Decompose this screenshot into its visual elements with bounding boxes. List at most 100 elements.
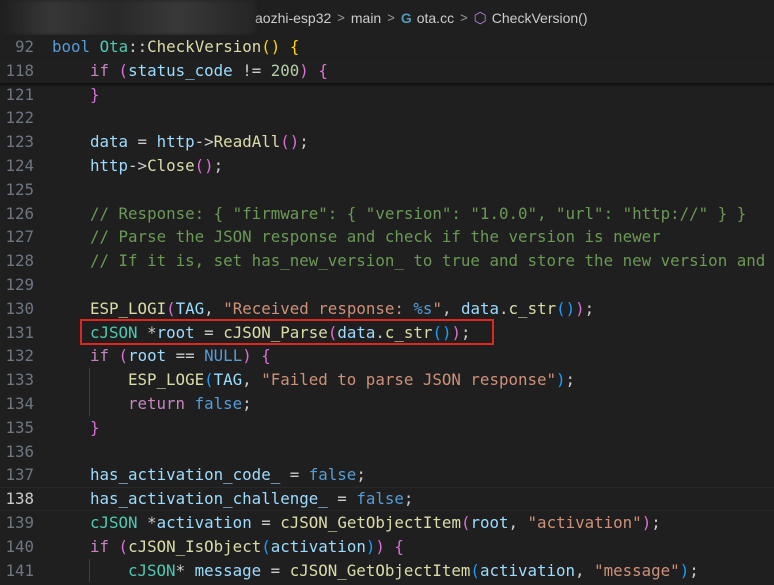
red-highlight-box: [80, 319, 494, 345]
line-number: 136: [5, 441, 34, 461]
line-number: 121: [5, 84, 34, 104]
code-token: ): [556, 370, 566, 390]
code-line[interactable]: 126 // Response: { "firmware": { "version…: [0, 202, 774, 226]
code-token: activation: [270, 536, 366, 556]
code-line[interactable]: 130 ESP_LOGI(TAG, "Received response: %s"…: [0, 297, 774, 321]
code-token: ReadAll: [213, 132, 281, 152]
code-line[interactable]: 123 data = http->ReadAll();: [0, 130, 774, 154]
code-token: data: [460, 298, 500, 318]
code-text: }: [90, 83, 100, 107]
code-token: // If it is, set has_new_version_ to tru…: [90, 251, 766, 271]
code-line[interactable]: 133 ESP_LOGE(TAG, "Failed to parse JSON r…: [0, 368, 774, 392]
code-text: // Parse the JSON response and check if …: [90, 225, 661, 249]
code-token: ,: [242, 370, 262, 390]
code-token: (: [204, 370, 214, 390]
code-text: http->Close();: [90, 154, 223, 178]
code-token: ): [575, 298, 585, 318]
line-number: 130: [5, 298, 34, 318]
code-line[interactable]: 140 if (cJSON_IsObject(activation)) {: [0, 535, 774, 559]
breadcrumb-symbol[interactable]: CheckVersion(): [492, 10, 588, 26]
code-token: ;: [242, 393, 252, 413]
code-token: *: [137, 512, 157, 532]
code-token: {: [318, 60, 328, 80]
code-token: false: [194, 393, 243, 413]
code-token: ;: [651, 512, 661, 532]
code-token: %s: [413, 298, 433, 318]
code-token: cJSON: [128, 560, 176, 580]
code-token: 200: [270, 60, 300, 80]
code-token: message: [194, 560, 262, 580]
code-token: if: [90, 346, 119, 366]
line-number: 141: [5, 560, 34, 580]
line-number: 125: [5, 179, 34, 199]
code-token: false: [308, 465, 357, 485]
code-token: {: [289, 37, 300, 56]
code-token: .: [499, 298, 509, 318]
code-token: !=: [232, 60, 271, 80]
code-token: activation: [479, 560, 576, 580]
line-number: 134: [5, 393, 34, 413]
chevron-right-icon: >: [337, 10, 345, 25]
breadcrumb-folder[interactable]: aozhi-esp32: [255, 10, 331, 26]
code-line[interactable]: 124 http->Close();: [0, 154, 774, 178]
code-text: if (root == NULL) {: [90, 344, 271, 368]
code-token: // Parse the JSON response and check if …: [90, 227, 661, 247]
code-line[interactable]: 132 if (root == NULL) {: [0, 344, 774, 368]
code-text: has_activation_challenge_ = false;: [90, 487, 413, 511]
line-number: 131: [5, 322, 34, 342]
code-text: return false;: [128, 392, 252, 416]
code-line[interactable]: 127 // Parse the JSON response and check …: [0, 225, 774, 249]
line-number: 129: [5, 274, 34, 294]
line-number: 128: [5, 251, 34, 271]
code-text: }: [90, 416, 100, 440]
code-line[interactable]: 141 cJSON* message = cJSON_GetObjectItem(…: [0, 558, 774, 583]
code-line[interactable]: 135}: [0, 416, 774, 440]
code-line[interactable]: 129: [0, 273, 774, 297]
indent-guide: [89, 558, 90, 583]
code-token: cJSON_GetObjectItem: [289, 560, 471, 580]
code-token: ,: [575, 560, 595, 580]
code-text: cJSON *activation = cJSON_GetObjectItem(…: [90, 511, 661, 535]
code-line[interactable]: 121}: [0, 83, 774, 107]
code-token: ): [641, 512, 652, 532]
code-token: ->: [194, 132, 214, 152]
code-token: false: [356, 489, 404, 509]
code-token: c_str: [508, 298, 557, 318]
code-text: // If it is, set has_new_version_ to tru…: [90, 249, 765, 273]
code-token: (): [194, 155, 214, 175]
code-token: {: [394, 536, 404, 556]
code-token: ;: [356, 465, 366, 485]
breadcrumb-file[interactable]: ota.cc: [417, 10, 454, 26]
code-line[interactable]: 134 return false;: [0, 391, 774, 416]
code-token: ;: [565, 370, 576, 390]
code-line[interactable]: 122: [0, 106, 774, 130]
line-number: 137: [5, 465, 34, 485]
code-line[interactable]: 138 has_activation_challenge_ = false;: [0, 487, 774, 511]
code-token: has_activation_code_: [90, 465, 281, 485]
code-line[interactable]: 118 if (status_code != 200) {: [0, 58, 774, 83]
code-token: ,: [204, 298, 224, 318]
code-text: data = http->ReadAll();: [90, 130, 309, 154]
code-line[interactable]: 139 cJSON *activation = cJSON_GetObjectIt…: [0, 511, 774, 535]
code-text: bool Ota::CheckVersion() {: [52, 35, 299, 59]
code-token: ;: [689, 560, 699, 580]
code-line[interactable]: 137 has_activation_code_ = false;: [0, 463, 774, 487]
code-token: http: [156, 132, 195, 152]
line-number: 124: [5, 155, 34, 175]
code-token: return: [128, 393, 195, 413]
code-token: http: [90, 155, 129, 175]
code-line[interactable]: 128 // If it is, set has_new_version_ to …: [0, 249, 774, 273]
code-line[interactable]: 125: [0, 178, 774, 202]
code-token: if: [90, 60, 119, 80]
code-token: activation: [156, 512, 252, 532]
code-editor[interactable]: 92 bool Ota::CheckVersion() {118 if (statu…: [0, 35, 774, 585]
breadcrumb-subfolder[interactable]: main: [351, 10, 381, 26]
code-token: root: [470, 512, 509, 532]
code-token: bool: [52, 37, 100, 56]
code-token: =: [128, 132, 157, 152]
code-line[interactable]: 136: [0, 440, 774, 464]
line-number: 139: [5, 512, 34, 532]
code-token: Ota: [99, 37, 129, 56]
code-line[interactable]: 92 bool Ota::CheckVersion() {: [0, 35, 774, 59]
